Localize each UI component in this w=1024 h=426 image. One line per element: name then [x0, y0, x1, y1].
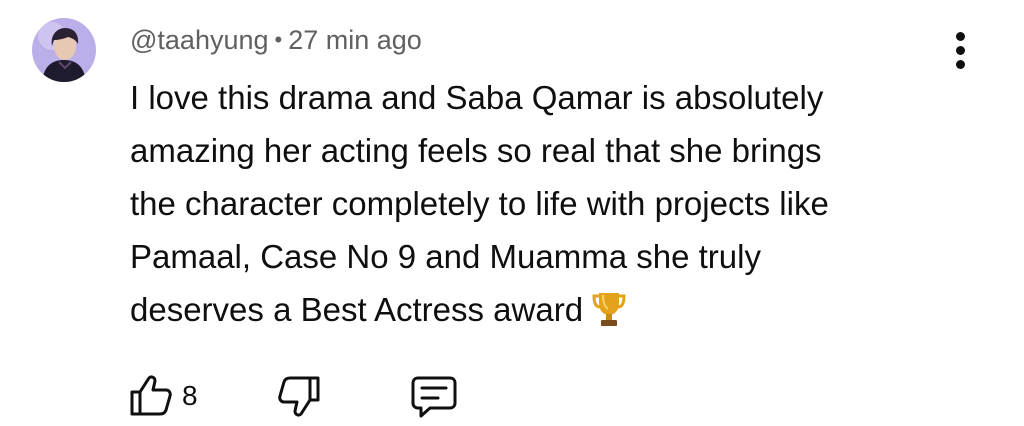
comment-text-line: Pamaal, Case No 9 and Muamma she truly — [130, 238, 761, 275]
comment-text-line: amazing her acting feels so real that sh… — [130, 132, 822, 169]
reply-icon — [411, 376, 457, 418]
more-options-button[interactable] — [944, 28, 978, 72]
comment-timestamp: 27 min ago — [288, 25, 422, 55]
avatar-image — [32, 18, 96, 82]
thumbs-down-icon — [278, 376, 320, 417]
meta-separator: • — [274, 27, 283, 52]
avatar[interactable] — [32, 18, 96, 82]
comment-thread-item: @taahyung • 27 min ago I love this drama a… — [0, 0, 1024, 426]
more-vertical-icon — [956, 32, 965, 41]
dislike-button[interactable] — [276, 374, 322, 420]
reply-button[interactable] — [410, 374, 458, 420]
comment-text-line-last: deserves a Best Actress award — [130, 283, 950, 344]
comment-meta: @taahyung • 27 min ago — [130, 22, 422, 58]
thumbs-up-icon — [130, 375, 172, 416]
comment-text-line: deserves a Best Actress award — [130, 291, 584, 328]
comment-text-line: I love this drama and Saba Qamar is abso… — [130, 79, 824, 116]
like-button[interactable] — [128, 372, 174, 418]
like-count: 8 — [182, 380, 198, 411]
trophy-icon — [591, 289, 627, 344]
more-vertical-icon — [956, 46, 965, 55]
comment-text-line: the character completely to life with pr… — [130, 185, 829, 222]
more-vertical-icon — [956, 60, 965, 69]
author-handle[interactable]: @taahyung — [130, 25, 269, 55]
comment-text: I love this drama and Saba Qamar is abso… — [130, 71, 950, 344]
